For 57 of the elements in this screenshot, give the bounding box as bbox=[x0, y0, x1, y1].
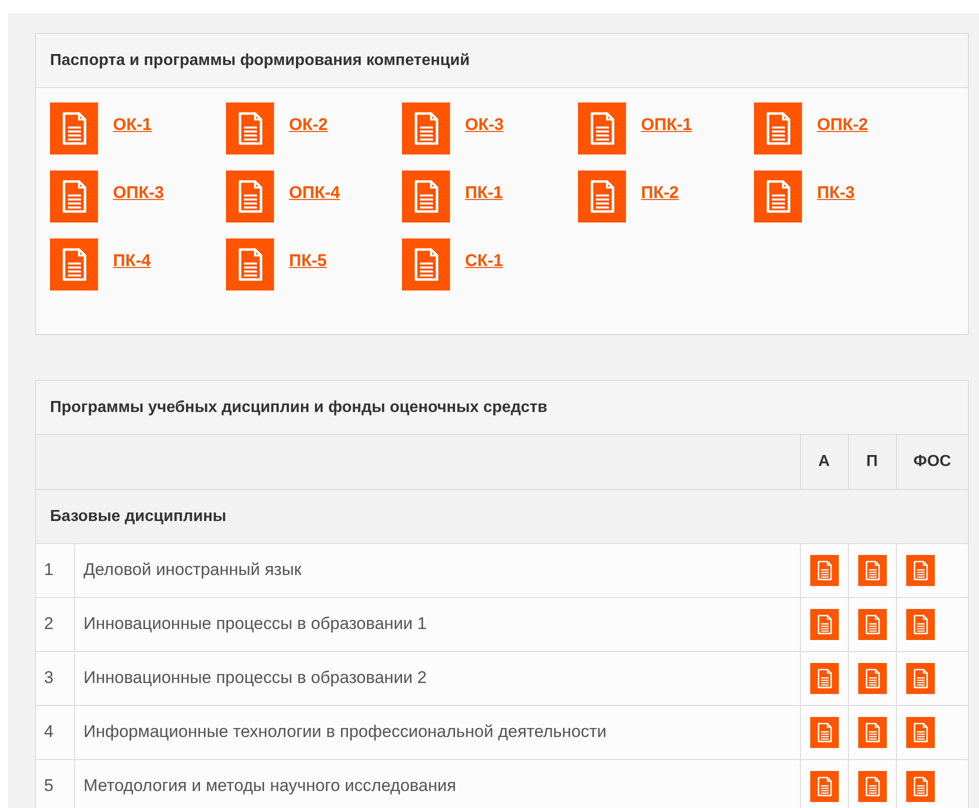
column-header: П bbox=[848, 435, 896, 489]
document-icon[interactable] bbox=[856, 770, 888, 802]
document-icon[interactable] bbox=[856, 662, 888, 694]
panel-title: Программы учебных дисциплин и фонды оценочных средств bbox=[50, 398, 548, 418]
discipline-name: Методология и методы научного исследования bbox=[74, 759, 800, 808]
document-icon[interactable] bbox=[904, 608, 936, 640]
document-icon[interactable] bbox=[808, 554, 840, 586]
document-link[interactable]: ПК-5 bbox=[289, 248, 327, 274]
row-number: 4 bbox=[36, 705, 74, 759]
document-icon[interactable] bbox=[808, 716, 840, 748]
column-header: ФОС bbox=[896, 435, 968, 489]
document-icon[interactable] bbox=[226, 170, 274, 223]
document-icon[interactable] bbox=[226, 102, 274, 155]
document-icon[interactable] bbox=[402, 102, 450, 155]
document-link[interactable]: ПК-2 bbox=[641, 180, 679, 206]
document-icon[interactable] bbox=[904, 770, 936, 802]
document-icon[interactable] bbox=[578, 102, 626, 155]
document-icon[interactable] bbox=[402, 238, 450, 291]
document-link[interactable]: ОК-1 bbox=[113, 112, 152, 138]
panel-title: Паспорта и программы формирования компетенций bbox=[50, 50, 470, 70]
document-link[interactable]: ОПК-4 bbox=[289, 180, 340, 206]
document-icon[interactable] bbox=[808, 770, 840, 802]
document-link[interactable]: ПК-4 bbox=[113, 248, 151, 274]
discipline-name: Информационные технологии в профессиональной деятельности bbox=[74, 705, 800, 759]
document-icon[interactable] bbox=[402, 170, 450, 223]
document-link[interactable]: ОПК-3 bbox=[113, 180, 164, 206]
document-icon[interactable] bbox=[226, 238, 274, 291]
document-link[interactable]: СК-1 bbox=[465, 248, 503, 274]
document-icon[interactable] bbox=[808, 608, 840, 640]
document-icon[interactable] bbox=[808, 662, 840, 694]
document-link[interactable]: ОПК-1 bbox=[641, 112, 692, 138]
section-heading: Базовые дисциплины bbox=[50, 508, 226, 525]
document-icon[interactable] bbox=[50, 238, 98, 291]
row-number: 1 bbox=[36, 543, 74, 597]
document-link[interactable]: ОПК-2 bbox=[817, 112, 868, 138]
document-icon[interactable] bbox=[578, 170, 626, 223]
document-icon[interactable] bbox=[754, 102, 802, 155]
document-icon[interactable] bbox=[856, 608, 888, 640]
document-link[interactable]: ПК-1 bbox=[465, 180, 503, 206]
document-icon[interactable] bbox=[856, 716, 888, 748]
document-icon[interactable] bbox=[904, 662, 936, 694]
document-link[interactable]: ОК-2 bbox=[289, 112, 328, 138]
discipline-name: Деловой иностранный язык bbox=[74, 543, 800, 597]
document-icon[interactable] bbox=[856, 554, 888, 586]
document-link[interactable]: ПК-3 bbox=[817, 180, 855, 206]
document-icon[interactable] bbox=[50, 102, 98, 155]
document-icon[interactable] bbox=[904, 554, 936, 586]
discipline-name: Инновационные процессы в образовании 2 bbox=[74, 651, 800, 705]
row-number: 5 bbox=[36, 759, 74, 808]
discipline-name: Инновационные процессы в образовании 1 bbox=[74, 597, 800, 651]
column-header: А bbox=[800, 435, 848, 489]
row-number: 3 bbox=[36, 651, 74, 705]
document-icon[interactable] bbox=[904, 716, 936, 748]
document-link[interactable]: ОК-3 bbox=[465, 112, 504, 138]
row-number: 2 bbox=[36, 597, 74, 651]
document-icon[interactable] bbox=[754, 170, 802, 223]
document-icon[interactable] bbox=[50, 170, 98, 223]
